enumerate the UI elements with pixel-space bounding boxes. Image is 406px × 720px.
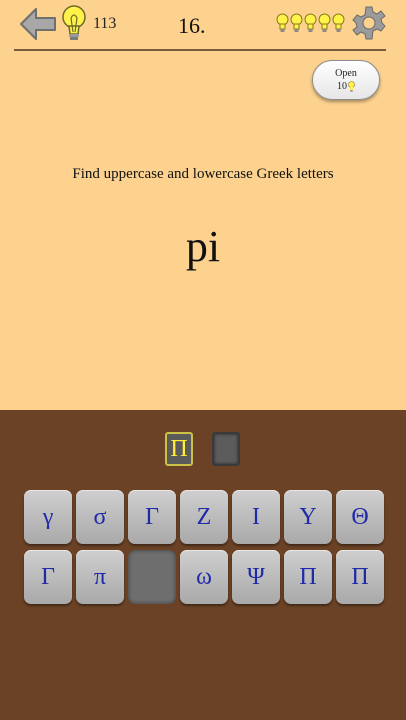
hints-count: 113: [93, 15, 117, 32]
letter-key[interactable]: σ: [76, 490, 124, 544]
letter-key[interactable]: Γ: [24, 550, 72, 604]
prompt-word: pi: [185, 222, 221, 271]
used-letter-key: [128, 550, 176, 604]
letter-key[interactable]: Γ: [128, 490, 176, 544]
lightbulb-icon: [348, 81, 355, 92]
letter-key[interactable]: π: [76, 550, 124, 604]
letter-key[interactable]: Ζ: [180, 490, 228, 544]
letter-key[interactable]: Υ: [284, 490, 332, 544]
life-bulb-icon: [304, 13, 317, 32]
answer-slot-1[interactable]: Π: [165, 432, 193, 466]
letter-key[interactable]: Ι: [232, 490, 280, 544]
top-bar: 113 16.: [0, 0, 406, 50]
lives-indicator: [276, 13, 345, 33]
letter-key[interactable]: ω: [180, 550, 228, 604]
back-arrow-icon[interactable]: [18, 6, 58, 42]
letter-key[interactable]: Π: [284, 550, 332, 604]
letter-key[interactable]: Ψ: [232, 550, 280, 604]
life-bulb-icon: [290, 13, 303, 32]
answer-slot-2[interactable]: [212, 432, 240, 466]
letter-key[interactable]: Π: [336, 550, 384, 604]
life-bulb-icon: [332, 13, 345, 32]
open-hint-label: Open: [335, 68, 357, 79]
life-bulb-icon: [276, 13, 289, 32]
gear-icon[interactable]: [352, 6, 386, 40]
open-hint-button[interactable]: Open 10: [312, 60, 380, 100]
letter-key[interactable]: Θ: [336, 490, 384, 544]
letter-key[interactable]: γ: [24, 490, 72, 544]
header-divider: [14, 49, 386, 51]
open-hint-cost: 10: [337, 80, 355, 93]
lightbulb-icon: [62, 5, 86, 40]
life-bulb-icon: [318, 13, 331, 32]
level-number: 16.: [178, 13, 206, 38]
open-hint-cost-value: 10: [337, 81, 347, 92]
instruction-text: Find uppercase and lowercase Greek lette…: [72, 166, 334, 182]
